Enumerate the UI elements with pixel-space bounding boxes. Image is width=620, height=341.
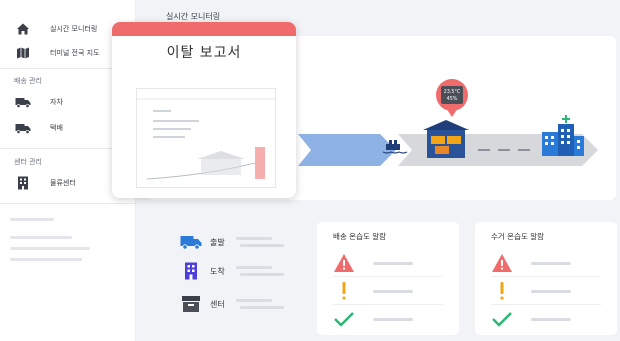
warning-triangle-icon <box>491 252 513 274</box>
alarm-row-line <box>373 290 413 293</box>
building-icon <box>14 174 32 192</box>
legend-label: 출발 <box>210 237 225 247</box>
section-label-center: 센터 관리 <box>14 158 42 166</box>
truck-icon <box>14 119 32 137</box>
legend-arrival: 도착 <box>180 261 225 281</box>
checkmark-icon <box>333 308 355 330</box>
checkmark-icon <box>491 308 513 330</box>
truck-icon <box>14 93 32 111</box>
truck-icon <box>180 233 202 251</box>
alarm-row-warning <box>333 280 453 302</box>
sidebar-item-label: 택배 <box>50 124 63 132</box>
alarm-card-title: 수거 온습도 알람 <box>491 232 545 241</box>
alarm-row-ok <box>333 308 453 330</box>
report-title: 이탈 보고서 <box>166 45 242 61</box>
legend-departure: 출발 <box>180 232 225 252</box>
placeholder-line <box>10 218 54 221</box>
alarm-card-title: 배송 온습도 알람 <box>333 232 387 241</box>
legend-label: 센터 <box>210 299 225 309</box>
placeholder-line <box>10 236 72 239</box>
sidebar-divider <box>0 203 136 204</box>
map-icon <box>14 44 32 62</box>
flow-segment-transit <box>298 134 396 166</box>
alarm-row-line <box>531 262 571 265</box>
alarm-separator <box>491 304 601 305</box>
alarm-row-line <box>531 290 571 293</box>
box-icon <box>180 295 202 313</box>
sensor-pin-icon: 23.5°C 45% <box>436 79 468 117</box>
report-document-preview <box>136 88 277 188</box>
warning-triangle-icon <box>333 252 355 274</box>
exclamation-icon <box>333 280 355 302</box>
legend-line <box>240 244 284 247</box>
alarm-separator <box>333 304 443 305</box>
sidebar-item-label: 실시간 모니터링 <box>50 25 98 33</box>
departure-report-card[interactable]: 이탈 보고서 <box>112 22 296 198</box>
alarm-row-line <box>373 318 413 321</box>
report-header-bar <box>112 22 296 36</box>
alarm-row-ok <box>491 308 611 330</box>
alarm-separator <box>333 276 443 277</box>
warehouse-icon <box>423 120 469 158</box>
sidebar-item-label: 물류센터 <box>50 179 76 187</box>
sensor-temp: 23.5°C <box>444 89 461 95</box>
legend-line <box>236 266 272 269</box>
placeholder-line <box>10 258 82 261</box>
report-graph <box>137 98 277 180</box>
legend-line <box>240 273 284 276</box>
exclamation-icon <box>491 280 513 302</box>
building-icon <box>180 262 202 280</box>
legend-center: 센터 <box>180 294 225 314</box>
pickup-temp-humidity-alarm-card[interactable]: 수거 온습도 알람 <box>475 222 617 335</box>
alarm-separator <box>491 276 601 277</box>
section-label-delivery: 배송 관리 <box>14 77 42 85</box>
legend-line <box>240 306 284 309</box>
page-title: 실시간 모니터링 <box>166 12 221 21</box>
sidebar-item-label: 터미널 전국 지도 <box>50 49 100 57</box>
alarm-row-critical <box>333 252 453 274</box>
legend-line <box>236 299 272 302</box>
placeholder-line <box>10 247 90 250</box>
sensor-humidity: 45% <box>447 96 458 102</box>
alarm-row-line <box>531 318 571 321</box>
alarm-row-warning <box>491 280 611 302</box>
home-icon <box>14 20 32 38</box>
alarm-row-line <box>373 262 413 265</box>
legend-label: 도착 <box>210 266 225 276</box>
sidebar-item-label: 자차 <box>50 98 63 106</box>
delivery-temp-humidity-alarm-card[interactable]: 배송 온습도 알람 <box>317 222 459 335</box>
alarm-row-critical <box>491 252 611 274</box>
legend-line <box>236 237 272 240</box>
